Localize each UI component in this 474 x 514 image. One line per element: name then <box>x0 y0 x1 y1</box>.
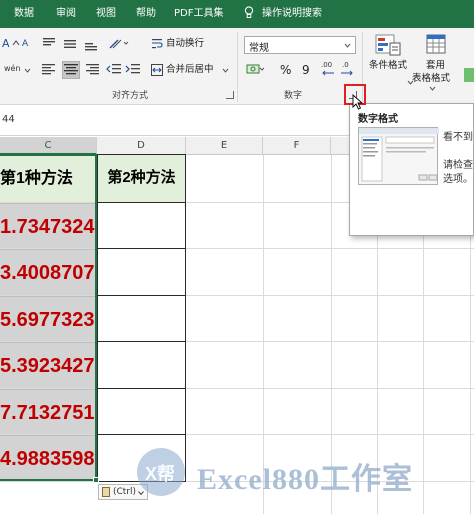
conditional-formatting-icon[interactable] <box>375 33 401 57</box>
cell-c-value[interactable]: 5.3923427 <box>0 342 97 388</box>
cell-c-header[interactable]: 第1种方法 <box>0 155 97 202</box>
cell-d-empty[interactable] <box>97 341 186 389</box>
tab-data[interactable]: 数据 <box>14 0 34 28</box>
cell-d-empty[interactable] <box>97 248 186 296</box>
caret-up-icon <box>12 40 20 46</box>
align-right-icon[interactable] <box>84 62 100 78</box>
chevron-down-icon <box>138 491 144 495</box>
cell-c-value[interactable]: 3.4008707 <box>0 249 97 295</box>
cell-c-value[interactable]: 1.7347324 <box>0 203 97 248</box>
mouse-cursor-icon <box>352 94 364 110</box>
number-format-value: 常规 <box>249 43 269 54</box>
cell-c-value[interactable]: 5.6977323 <box>0 296 97 341</box>
accounting-format-icon[interactable] <box>246 62 264 78</box>
align-bottom-icon[interactable] <box>83 36 99 52</box>
cell-c-value[interactable]: 7.7132751 <box>0 389 97 434</box>
fill-handle[interactable] <box>93 477 99 483</box>
chevron-down-icon[interactable] <box>429 86 436 91</box>
gridline <box>331 155 332 514</box>
paste-options-label: (Ctrl) <box>113 487 137 497</box>
clipboard-icon <box>102 487 110 497</box>
tooltip-line-2: 请检查 <box>443 160 473 171</box>
cell-styles-icon[interactable] <box>464 66 474 84</box>
decimal-increase-label: .00 <box>321 61 333 69</box>
dialog-preview-image <box>359 128 439 182</box>
increase-font-icon[interactable]: A <box>2 37 10 51</box>
align-top-icon[interactable] <box>41 36 57 52</box>
number-group-label: 数字 <box>284 91 303 101</box>
ribbon-tab-bar: 数据 审阅 视图 帮助 PDF工具集 操作说明搜索 <box>0 0 474 28</box>
cell-d-empty[interactable] <box>97 434 186 482</box>
cell-d-empty[interactable] <box>97 202 186 249</box>
alignment-dialog-launcher[interactable] <box>226 91 234 99</box>
decrease-indent-icon[interactable] <box>106 62 122 78</box>
tooltip-line-1: 看不到 <box>443 132 473 143</box>
align-left-icon[interactable] <box>41 62 57 78</box>
cell-d-empty[interactable] <box>97 295 186 342</box>
gridline <box>263 155 264 514</box>
orientation-icon[interactable] <box>108 36 130 52</box>
format-cells-dialog-thumbnail <box>358 127 439 185</box>
increase-indent-icon[interactable] <box>125 62 141 78</box>
formula-bar-value[interactable]: 44 <box>2 114 15 125</box>
tooltip-line-3: 选项。 <box>443 174 473 185</box>
alignment-group-label: 对齐方式 <box>112 91 149 101</box>
column-header-e[interactable]: E <box>186 137 263 155</box>
increase-decimal-button[interactable]: .00 <box>321 61 337 79</box>
chevron-down-icon <box>344 43 351 48</box>
align-center-icon[interactable] <box>62 61 80 79</box>
tab-review[interactable]: 审阅 <box>56 0 76 28</box>
decimal-decrease-label: .0 <box>342 61 349 69</box>
cell-d-empty[interactable] <box>97 388 186 435</box>
align-middle-icon[interactable] <box>62 36 78 52</box>
conditional-formatting-button[interactable]: 条件格式 <box>369 59 407 73</box>
column-header-c[interactable]: C <box>0 137 97 155</box>
cell-c-value[interactable]: 4.98835982 <box>0 435 97 481</box>
decrease-decimal-button[interactable]: .0 <box>340 61 356 79</box>
column-header-f[interactable]: F <box>263 137 331 155</box>
tab-pdf-tools[interactable]: PDF工具集 <box>174 0 223 28</box>
number-format-dropdown[interactable]: 常规 <box>244 36 356 54</box>
arrow-left-icon <box>322 70 334 76</box>
comma-style-button[interactable]: 9 <box>302 63 310 77</box>
arrow-right-icon <box>341 70 353 76</box>
group-separator <box>237 32 238 102</box>
number-format-tooltip: 数字格式 看不到 请检查 选项。 <box>349 103 474 236</box>
format-as-table-icon[interactable] <box>426 33 448 57</box>
merge-center-icon[interactable] <box>151 64 163 76</box>
gridline <box>0 481 474 482</box>
format-as-table-line1[interactable]: 套用 <box>426 59 445 73</box>
percent-style-button[interactable]: % <box>280 63 291 77</box>
wrap-text-button[interactable]: 自动换行 <box>166 37 204 51</box>
chevron-down-icon[interactable] <box>24 68 31 73</box>
phonetic-guide-icon[interactable]: wén <box>4 62 21 76</box>
column-header-d[interactable]: D <box>97 137 186 155</box>
tooltip-title: 数字格式 <box>358 114 398 125</box>
wrap-text-icon[interactable] <box>151 38 163 50</box>
chevron-down-icon[interactable] <box>222 68 229 73</box>
cell-d-header[interactable]: 第2种方法 <box>97 154 186 203</box>
lightbulb-icon <box>244 6 254 18</box>
tab-view[interactable]: 视图 <box>96 0 116 28</box>
paste-options-button[interactable]: (Ctrl) <box>98 484 148 500</box>
tab-help[interactable]: 帮助 <box>136 0 156 28</box>
tab-tell-me-search[interactable]: 操作说明搜索 <box>262 0 322 28</box>
ribbon: A A wén 自动换行 合并后居中 对齐方式 常规 % 9 .00 .0 数字… <box>0 28 474 105</box>
merge-center-button[interactable]: 合并后居中 <box>166 63 214 77</box>
format-as-table-line2[interactable]: 表格格式 <box>412 72 450 86</box>
decrease-font-icon[interactable]: A <box>22 37 28 51</box>
